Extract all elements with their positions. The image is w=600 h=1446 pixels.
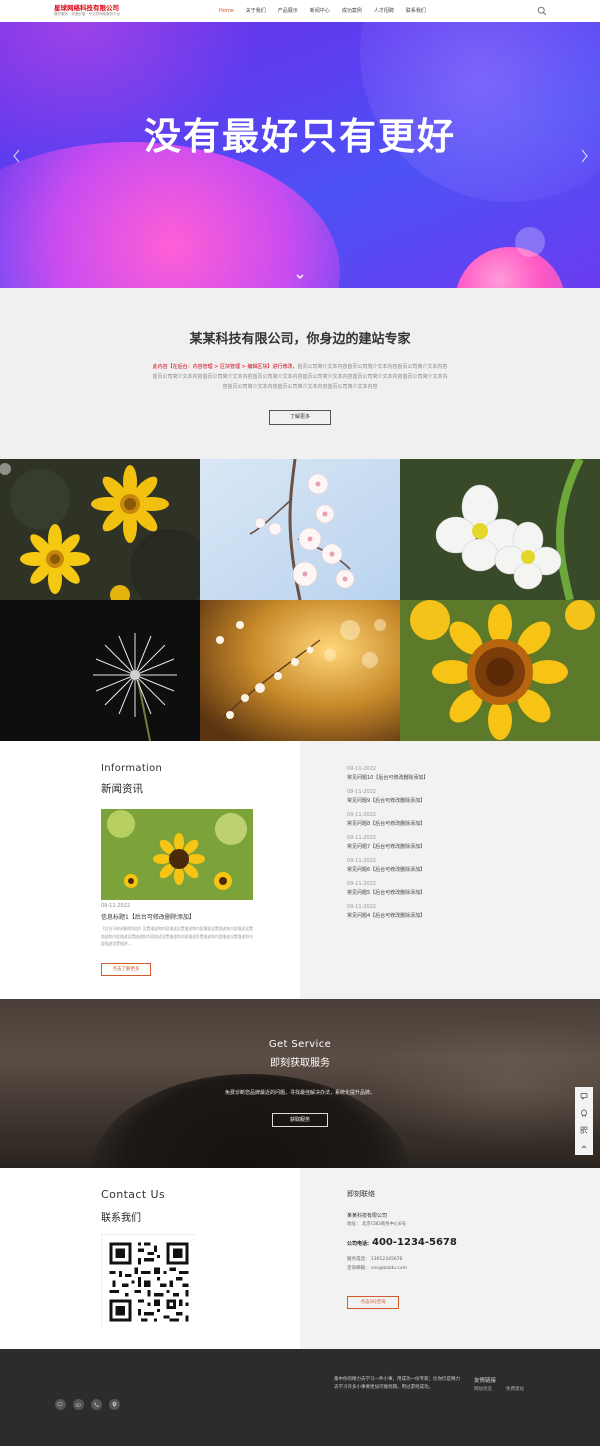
logo[interactable]: 星球网络科技有限公司 做好服务 · 传递价值 · 专业的网络服务平台 (54, 4, 120, 17)
contact-email: 咨询邮箱： ceo@baidu.com (347, 1266, 408, 1271)
phone-icon[interactable] (91, 1399, 102, 1410)
list-item-date: 09-11-2022 (347, 789, 377, 795)
service-title-cn: 即刻获取服务 (270, 1058, 330, 1069)
banner-shape (0, 142, 340, 288)
news-featured-date: 09-11-2022 (101, 903, 131, 909)
list-item[interactable]: 09-11-2022 常见问题6【后台可修改删除添加】 (347, 857, 547, 880)
gallery-item-dandelion[interactable] (0, 600, 200, 741)
qq-icon[interactable] (575, 1104, 593, 1121)
news-featured-image[interactable] (101, 809, 253, 900)
list-item[interactable]: 09-11-2022 常见问题5【后台可修改删除添加】 (347, 880, 547, 903)
nav-contact[interactable]: 联系我们 (400, 0, 432, 22)
list-item-date: 09-11-2022 (347, 835, 377, 841)
banner-shape (515, 227, 545, 257)
search-icon[interactable] (537, 6, 547, 16)
friend-link[interactable]: 网站优选 (474, 1386, 492, 1392)
company-address: 地址： 北京CBD商务中心6号 (347, 1222, 406, 1227)
list-item[interactable]: 09-11-2022 常见问题7【后台可修改删除添加】 (347, 834, 547, 857)
list-item[interactable]: 09-11-2022 常见问题8【后台可修改删除添加】 (347, 811, 547, 834)
photo-gallery (0, 459, 600, 741)
list-item-date: 09-11-2022 (347, 766, 377, 772)
friend-link[interactable]: 免费建站 (506, 1386, 524, 1392)
company-phone: 公司电话: 400-1234-5678 (347, 1237, 457, 1248)
slider-next-icon[interactable] (578, 148, 590, 164)
qrcode-image (101, 1234, 195, 1328)
intro-section: 某某科技有限公司，你身边的建站专家 此内容【在后台：内容管理 > 区块管理 > … (0, 288, 600, 459)
news-featured-title[interactable]: 信息标题1【后台可修改删除添加】 (101, 912, 195, 921)
gallery-item-yellow-daisies[interactable] (0, 459, 200, 600)
location-icon[interactable] (109, 1399, 120, 1410)
news-title-en: Information (101, 763, 163, 774)
list-item-title[interactable]: 常见问题6【后台可修改删除添加】 (347, 865, 547, 876)
service-title-en: Get Service (268, 1039, 332, 1050)
list-item-title[interactable]: 常见问题10【后台可修改删除添加】 (347, 773, 547, 784)
friend-links: 网站优选 免费建站 (474, 1386, 524, 1392)
get-service-button[interactable]: 获取服务 (272, 1113, 328, 1127)
back-to-top-icon[interactable] (575, 1138, 593, 1155)
learn-more-button[interactable]: 了解更多 (269, 410, 331, 425)
nav-cases[interactable]: 成功案例 (336, 0, 368, 22)
list-item-date: 09-11-2022 (347, 812, 377, 818)
service-phone: 服务电话： 13012345678 (347, 1257, 403, 1262)
list-item-title[interactable]: 常见问题7【后台可修改删除添加】 (347, 842, 547, 853)
news-section: Information 新闻资讯 09-11-2022 信息标题1【后台可修改删… (0, 741, 600, 999)
phone-label: 公司电话: (347, 1241, 369, 1247)
news-featured-desc: 【后台可修改删除添加】设置描述和内容描述设置描述和内容描述设置描述和内容描述设置… (101, 926, 253, 946)
intro-title: 某某科技有限公司，你身边的建站专家 (189, 332, 411, 347)
gallery-item-sunflower[interactable] (400, 600, 600, 741)
nav-news[interactable]: 新闻中心 (304, 0, 336, 22)
news-list: 09-11-2022 常见问题10【后台可修改删除添加】 09-11-2022 … (347, 765, 547, 926)
phone-number: 400-1234-5678 (372, 1237, 457, 1248)
friend-links-title: 友情链接 (474, 1378, 497, 1384)
scroll-down-icon[interactable] (294, 272, 306, 282)
news-more-button[interactable]: 点击了解更多 (101, 963, 151, 976)
logo-title: 星球网络科技有限公司 (54, 4, 119, 12)
news-title-cn: 新闻资讯 (101, 783, 143, 795)
hero-banner: 没有最好只有更好 (0, 22, 600, 288)
site-header: 星球网络科技有限公司 做好服务 · 传递价值 · 专业的网络服务平台 Home … (0, 0, 600, 22)
list-item-title[interactable]: 常见问题5【后台可修改删除添加】 (347, 888, 547, 899)
list-item-date: 09-11-2022 (347, 858, 377, 864)
main-nav: Home 关于我们 产品展示 新闻中心 成功案例 人才招聘 联系我们 (213, 0, 432, 22)
logo-subtitle: 做好服务 · 传递价值 · 专业的网络服务平台 (54, 12, 121, 16)
slider-prev-icon[interactable] (11, 148, 23, 164)
weibo-icon[interactable] (73, 1399, 84, 1410)
contact-title-en: Contact Us (101, 1188, 166, 1201)
list-item-title[interactable]: 常见问题8【后台可修改删除添加】 (347, 819, 547, 830)
footer-social-icons (55, 1399, 120, 1410)
service-desc: 免费诊断您品牌最近的问题，寻找最佳解决办法，系统化提升品牌。 (224, 1090, 375, 1096)
list-item[interactable]: 09-11-2022 常见问题4【后台可修改删除添加】 (347, 903, 547, 926)
list-item[interactable]: 09-11-2022 常见问题10【后台可修改删除添加】 (347, 765, 547, 788)
list-item[interactable]: 09-11-2022 常见问题9【后台可修改删除添加】 (347, 788, 547, 811)
banner-title: 没有最好只有更好 (144, 115, 456, 158)
nav-jobs[interactable]: 人才招聘 (368, 0, 400, 22)
list-item-date: 09-11-2022 (347, 904, 377, 910)
site-footer: 集中你的精力去学习一件小事，用成功一份专家；比你仍是精力去学习许多小事要更加可做… (0, 1349, 600, 1446)
nav-home[interactable]: Home (213, 0, 240, 22)
contact-info-panel (300, 1168, 600, 1349)
nav-about[interactable]: 关于我们 (240, 0, 272, 22)
nav-products[interactable]: 产品展示 (272, 0, 304, 22)
gallery-item-white-flowers[interactable] (400, 459, 600, 600)
intro-text-hint: 此内容【在后台：内容管理 > 区块管理 > 编辑区块】进行修改， (152, 364, 298, 370)
banner-shape (455, 247, 565, 288)
gallery-item-golden-blossoms[interactable] (200, 600, 400, 741)
company-name: 某某科技有限公司 (347, 1213, 388, 1219)
message-icon[interactable] (575, 1087, 593, 1104)
qq-consult-button[interactable]: 点击QQ咨询 (347, 1296, 399, 1309)
gallery-item-cherry-blossom[interactable] (200, 459, 400, 600)
wechat-icon[interactable] (55, 1399, 66, 1410)
intro-text: 此内容【在后台：内容管理 > 区块管理 > 编辑区块】进行修改，首页公司简介文本… (152, 362, 448, 392)
footer-slogan: 集中你的精力去学习一件小事，用成功一份专家；比你仍是精力去学习许多小事要更加可做… (334, 1377, 460, 1390)
contact-heading: 即刻联络 (347, 1190, 375, 1198)
list-item-date: 09-11-2022 (347, 881, 377, 887)
list-item-title[interactable]: 常见问题9【后台可修改删除添加】 (347, 796, 547, 807)
contact-title-cn: 联系我们 (101, 1213, 141, 1224)
contact-section: Contact Us 联系我们 即刻联络 某某科技有限公司 地址： 北京CBD商… (0, 1168, 600, 1349)
qrcode-icon[interactable] (575, 1121, 593, 1138)
list-item-title[interactable]: 常见问题4【后台可修改删除添加】 (347, 911, 547, 922)
side-toolbar (575, 1087, 593, 1155)
service-section: Get Service 即刻获取服务 免费诊断您品牌最近的问题，寻找最佳解决办法… (0, 999, 600, 1168)
